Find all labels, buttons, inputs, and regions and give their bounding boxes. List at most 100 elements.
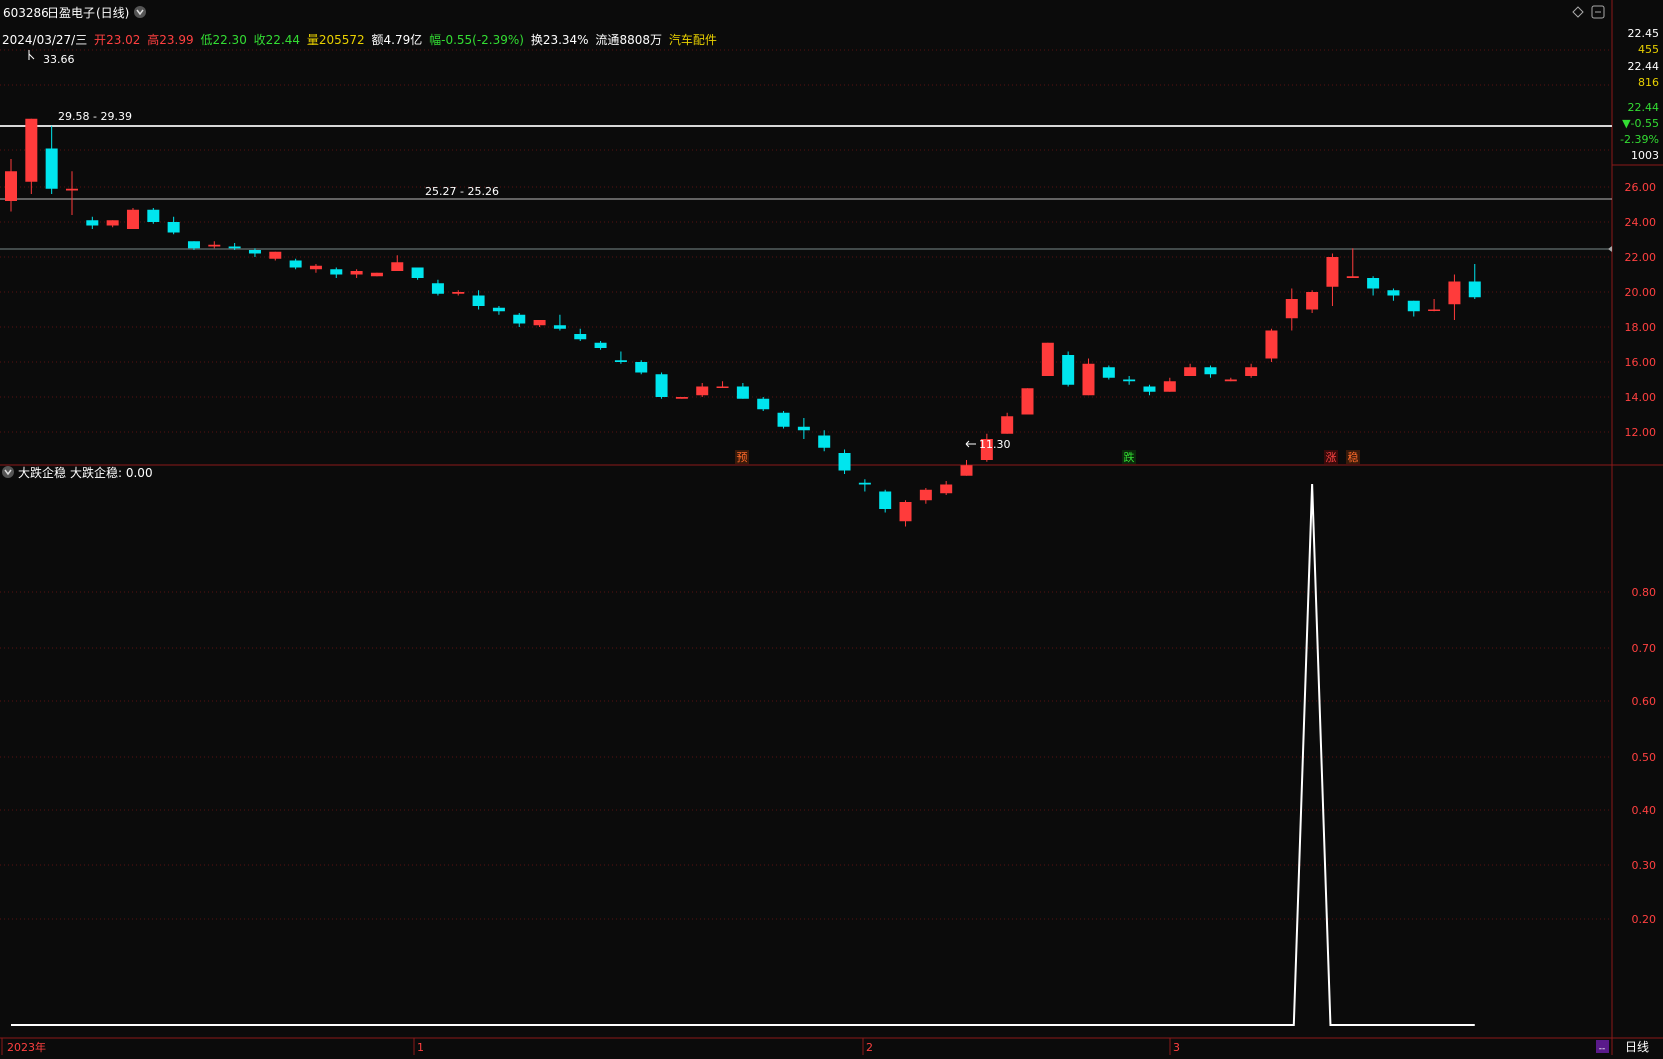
candle-body bbox=[1123, 379, 1136, 382]
candle-body bbox=[45, 148, 58, 189]
candle-body bbox=[1285, 299, 1298, 319]
price-tick: 24.00 bbox=[1625, 216, 1657, 229]
signal-badge-die[interactable]: 跌 bbox=[1122, 450, 1136, 464]
stock-name: 日盈电子 bbox=[47, 6, 95, 20]
candle-body bbox=[574, 334, 587, 340]
candle-body bbox=[1428, 309, 1441, 311]
candle-body bbox=[513, 314, 526, 324]
range-label-2: 25.27 - 25.26 bbox=[425, 185, 499, 198]
candle[interactable] bbox=[147, 208, 160, 224]
candle[interactable] bbox=[411, 267, 424, 280]
signal-badge-zhang[interactable]: 涨 bbox=[1324, 450, 1338, 464]
volume-label: 量 bbox=[307, 33, 319, 47]
candle-body bbox=[1306, 292, 1319, 310]
candle[interactable] bbox=[1082, 358, 1095, 396]
candle-body bbox=[797, 426, 810, 431]
time-label: 1 bbox=[417, 1041, 424, 1054]
quote-price-high: 22.45 bbox=[1628, 27, 1660, 40]
candle[interactable] bbox=[1062, 351, 1075, 387]
candle-body bbox=[858, 482, 871, 485]
time-label: 2023年 bbox=[7, 1040, 46, 1054]
chart-canvas[interactable]: 603286 日盈电子 (日线) 2024/03/27/三 开23.02 高23… bbox=[0, 0, 1663, 1055]
candle-body bbox=[1448, 281, 1461, 305]
quote-last-vol: 1003 bbox=[1631, 149, 1659, 162]
signal-badge-yu[interactable]: 预 bbox=[735, 450, 749, 464]
candle-body bbox=[1204, 367, 1217, 375]
change-label: 幅 bbox=[429, 32, 441, 47]
indicator-tick: 0.40 bbox=[1632, 804, 1657, 817]
candle-body bbox=[818, 435, 831, 448]
candle-body bbox=[635, 362, 648, 373]
candle-body bbox=[452, 292, 465, 294]
candle-body bbox=[1245, 367, 1258, 376]
candle-body bbox=[248, 250, 261, 254]
period-tab[interactable]: 日线 bbox=[1625, 1040, 1649, 1054]
time-label: 2 bbox=[866, 1041, 873, 1054]
candle-body bbox=[187, 241, 200, 249]
candle-body bbox=[899, 502, 912, 522]
candle-body bbox=[167, 222, 180, 233]
candle[interactable] bbox=[126, 208, 139, 229]
candle-body bbox=[1021, 388, 1034, 415]
signal-badge-wen[interactable]: 稳 bbox=[1346, 450, 1360, 464]
candle[interactable] bbox=[1102, 365, 1115, 380]
candle-body bbox=[1041, 342, 1054, 376]
candle-body bbox=[431, 283, 444, 294]
quote-last-pct: -2.39% bbox=[1620, 133, 1659, 146]
candle-body bbox=[594, 342, 607, 348]
candle-body bbox=[228, 246, 241, 249]
candle-body bbox=[655, 374, 668, 397]
open-value: 23.02 bbox=[106, 33, 140, 47]
indicator-tick: 0.60 bbox=[1632, 695, 1657, 708]
candle-body bbox=[777, 412, 790, 427]
industry-label: 汽车配件 bbox=[669, 32, 717, 47]
stock-code: 603286 bbox=[3, 6, 49, 20]
candle[interactable] bbox=[655, 372, 668, 399]
candle-body bbox=[411, 267, 424, 278]
quote-line: 2024/03/27/三 开23.02 高23.99 低22.30 收22.44… bbox=[2, 32, 717, 47]
candle-body bbox=[1001, 416, 1014, 434]
candle-body bbox=[1143, 386, 1156, 392]
candle[interactable] bbox=[757, 397, 770, 411]
high-point-label: 33.66 bbox=[43, 53, 75, 66]
candle-body bbox=[1346, 276, 1359, 278]
candle-body bbox=[1184, 367, 1197, 376]
indicator-tick: 0.80 bbox=[1632, 586, 1657, 599]
float-value: 8808万 bbox=[619, 33, 662, 47]
candle-body bbox=[391, 262, 404, 271]
candle-body bbox=[919, 489, 932, 501]
candle-body bbox=[1082, 363, 1095, 396]
indicator-tick: 0.30 bbox=[1632, 859, 1657, 872]
stock-menu-button[interactable] bbox=[134, 6, 146, 18]
signal-badge-text: 涨 bbox=[1326, 451, 1337, 464]
candle-body bbox=[5, 171, 17, 201]
candle[interactable] bbox=[635, 360, 648, 375]
candle-body bbox=[269, 251, 282, 259]
candle[interactable] bbox=[1021, 388, 1034, 415]
candle[interactable] bbox=[370, 272, 383, 277]
price-tick: 16.00 bbox=[1625, 356, 1657, 369]
signal-badge-text: 预 bbox=[737, 451, 748, 464]
candle[interactable] bbox=[1265, 328, 1278, 362]
candle-body bbox=[757, 398, 770, 410]
candle[interactable] bbox=[777, 411, 790, 429]
change-value: -0.55(-2.39%) bbox=[441, 33, 524, 47]
candle[interactable] bbox=[1041, 342, 1054, 376]
quote-vol-low: 816 bbox=[1638, 76, 1659, 89]
price-tick: 12.00 bbox=[1625, 426, 1657, 439]
signal-badge-text: 跌 bbox=[1124, 450, 1135, 464]
amount-value: 4.79亿 bbox=[384, 32, 423, 47]
quote-vol-high: 455 bbox=[1638, 43, 1659, 56]
candle-body bbox=[879, 491, 892, 509]
candle-body bbox=[553, 325, 566, 329]
indicator-menu-button[interactable] bbox=[2, 466, 14, 478]
close-label: 收 bbox=[254, 33, 266, 47]
indicator-tick: 0.50 bbox=[1632, 751, 1657, 764]
price-tick: 14.00 bbox=[1625, 391, 1657, 404]
low-value: 22.30 bbox=[212, 33, 246, 47]
indicator-tick: 0.20 bbox=[1632, 913, 1657, 926]
indicator-tick: 0.70 bbox=[1632, 642, 1657, 655]
candle[interactable] bbox=[675, 397, 688, 399]
candle[interactable] bbox=[838, 449, 851, 475]
candle-body bbox=[106, 220, 119, 226]
